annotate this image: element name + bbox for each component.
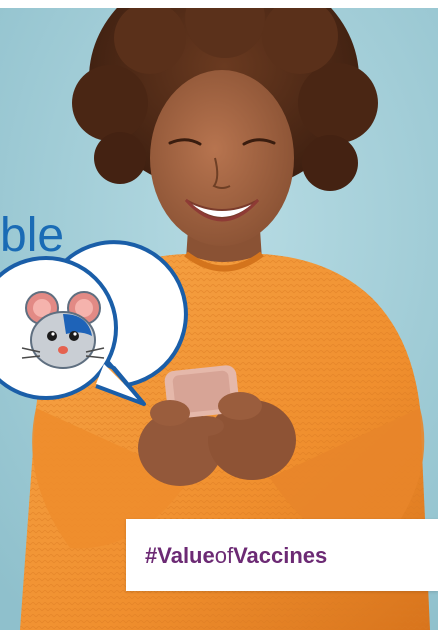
headline-fragment: ble	[0, 209, 65, 262]
hashtag-word-value: Value	[157, 543, 215, 568]
hashtag-word-of: of	[214, 543, 234, 568]
hashtag-text: #ValueofVaccines	[145, 541, 327, 571]
hashtag-word-vaccines: Vaccines	[233, 543, 328, 568]
face	[150, 70, 294, 246]
image-canvas: ble #ValueofVaccines	[0, 0, 438, 630]
photo-frame: ble #ValueofVaccines	[0, 8, 438, 630]
hashtag-banner: #ValueofVaccines	[126, 519, 438, 591]
hashtag-prefix: #	[145, 543, 158, 568]
